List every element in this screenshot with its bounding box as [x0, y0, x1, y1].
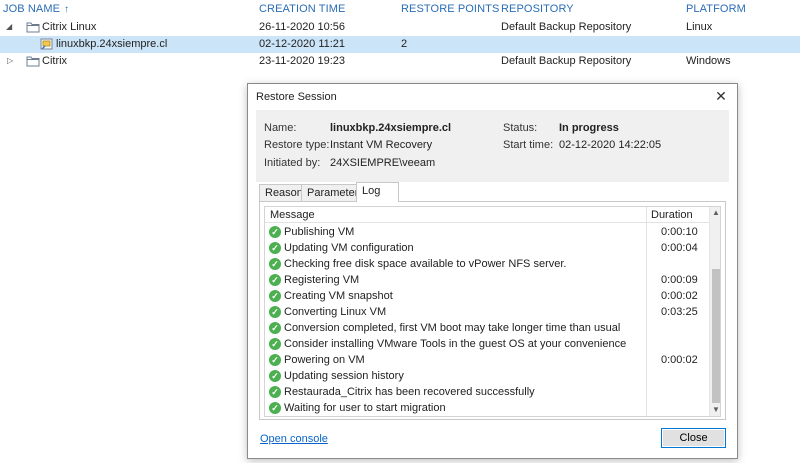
table-row[interactable]: ▷ Citrix 23-11-2020 19:23 Default Backup… — [0, 53, 800, 70]
success-check-icon: ✓ — [269, 338, 281, 350]
log-tab-panel: Message Duration ✓ Publishing VM 0:00:10 ✓… — [259, 201, 726, 420]
log-row[interactable]: ✓ Updating session history — [265, 368, 709, 384]
collapse-triangle-icon[interactable]: ◢ — [6, 22, 12, 31]
log-row[interactable]: ✓ Waiting for user to start migration — [265, 400, 709, 416]
dialog-title: Restore Session — [256, 91, 337, 103]
scroll-thumb[interactable] — [712, 269, 720, 403]
column-header-creation-time[interactable]: CREATION TIME — [259, 3, 345, 15]
vm-job-icon — [40, 38, 53, 50]
log-row[interactable]: ✓ Creating VM snapshot 0:00:02 — [265, 288, 709, 304]
initiated-by-value: 24XSIEMPRE\veeam — [330, 157, 436, 169]
log-row[interactable]: ✓ Consider installing VMware Tools in the… — [265, 336, 709, 352]
success-check-icon: ✓ — [269, 274, 281, 286]
log-list: Message Duration ✓ Publishing VM 0:00:10 ✓… — [264, 206, 721, 417]
log-row[interactable]: ✓ Restaurada_Citrix has been recovered su… — [265, 384, 709, 400]
name-value: linuxbkp.24xsiempre.cl — [330, 122, 452, 134]
sort-ascending-icon: ↑ — [64, 4, 70, 15]
success-check-icon: ✓ — [269, 226, 281, 238]
tab-log[interactable]: Log — [356, 182, 399, 202]
close-button[interactable]: Close — [661, 428, 726, 448]
table-row-selected[interactable]: linuxbkp.24xsiempre.cl 02-12-2020 11:21 … — [0, 36, 800, 53]
log-scrollbar[interactable]: ▲ ▼ — [709, 207, 720, 416]
log-row[interactable]: ✓ Registering VM 0:00:09 — [265, 272, 709, 288]
log-row[interactable]: ✓ Powering on VM 0:00:02 — [265, 352, 709, 368]
success-check-icon: ✓ — [269, 242, 281, 254]
log-row[interactable]: ✓ Checking free disk space available to v… — [265, 256, 709, 272]
folder-icon — [26, 22, 40, 33]
success-check-icon: ✓ — [269, 290, 281, 302]
initiated-by-label: Initiated by: — [264, 157, 321, 169]
success-check-icon: ✓ — [269, 258, 281, 270]
success-check-icon: ✓ — [269, 386, 281, 398]
restore-type-label: Restore type: — [264, 139, 330, 151]
log-row[interactable]: ✓ Converting Linux VM 0:03:25 — [265, 304, 709, 320]
session-info-panel: Name: linuxbkp.24xsiempre.cl Restore typ… — [256, 110, 729, 182]
status-label: Status: — [503, 122, 538, 134]
scroll-down-arrow-icon[interactable]: ▼ — [710, 404, 720, 416]
jobs-table-header: JOB NAME ↑ CREATION TIME RESTORE POINTS R… — [0, 0, 800, 18]
column-header-restore-points[interactable]: RESTORE POINTS — [401, 3, 499, 15]
success-check-icon: ✓ — [269, 370, 281, 382]
restore-type-value: Instant VM Recovery — [330, 139, 433, 151]
expand-triangle-icon[interactable]: ▷ — [7, 56, 13, 65]
start-time-value: 02-12-2020 14:22:05 — [559, 139, 662, 151]
restore-session-dialog: Restore Session ✕ Name: linuxbkp.24xsiem… — [247, 83, 738, 459]
log-row[interactable]: ✓ Publishing VM 0:00:10 — [265, 224, 709, 240]
column-header-message[interactable]: Message — [270, 209, 315, 221]
folder-icon — [26, 56, 40, 67]
column-header-repository[interactable]: REPOSITORY — [501, 3, 574, 15]
open-console-link[interactable]: Open console — [260, 433, 328, 445]
success-check-icon: ✓ — [269, 306, 281, 318]
status-value: In progress — [559, 122, 619, 134]
success-check-icon: ✓ — [269, 322, 281, 334]
log-header: Message Duration — [265, 207, 709, 223]
success-check-icon: ✓ — [269, 402, 281, 414]
scroll-up-arrow-icon[interactable]: ▲ — [710, 207, 720, 219]
table-row[interactable]: ◢ Citrix Linux 26-11-2020 10:56 Default … — [0, 19, 800, 36]
success-check-icon: ✓ — [269, 354, 281, 366]
name-label: Name: — [264, 122, 297, 134]
close-icon[interactable]: ✕ — [713, 88, 729, 104]
column-header-platform[interactable]: PLATFORM — [686, 3, 746, 15]
column-header-duration[interactable]: Duration — [651, 209, 693, 221]
log-row[interactable]: ✓ Updating VM configuration 0:00:04 — [265, 240, 709, 256]
start-time-label: Start time: — [503, 139, 554, 151]
log-row[interactable]: ✓ Conversion completed, first VM boot may… — [265, 320, 709, 336]
column-header-job-name[interactable]: JOB NAME ↑ — [3, 3, 69, 15]
